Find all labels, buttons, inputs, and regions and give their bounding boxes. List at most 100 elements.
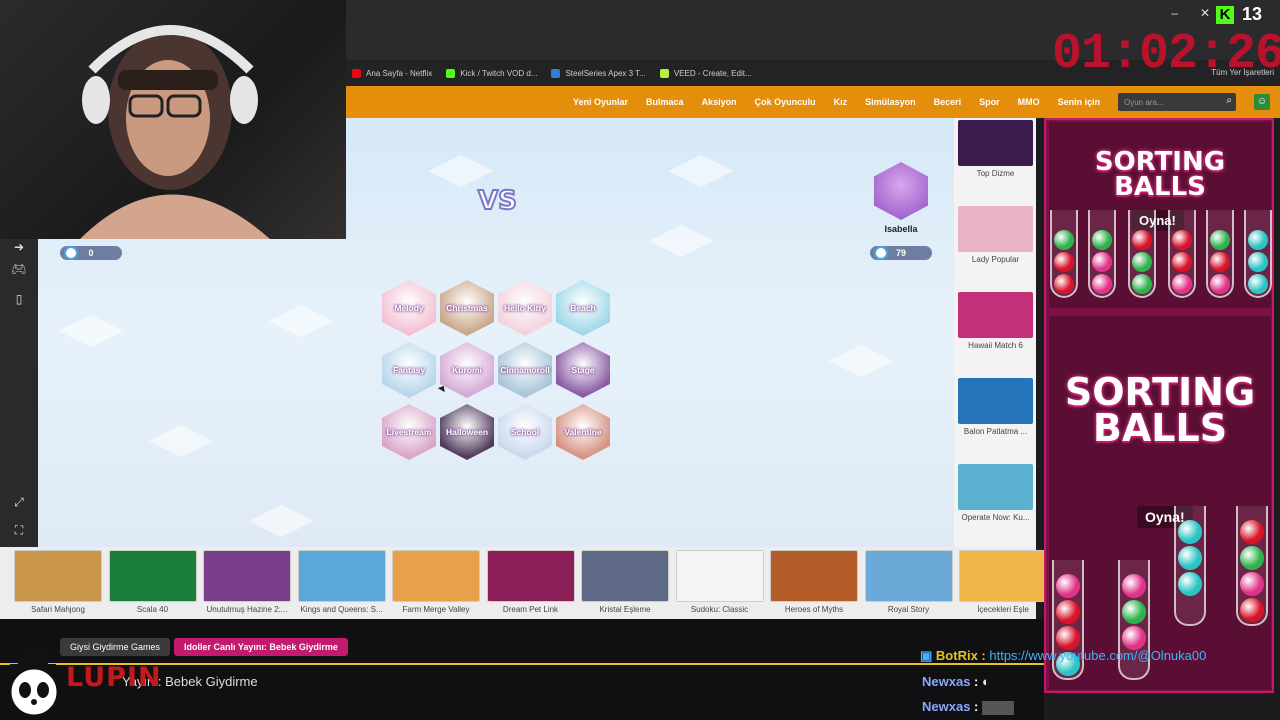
ball-tube [1206, 210, 1234, 298]
bookmark-veed[interactable]: VEED - Create, Edit... [659, 68, 752, 78]
strip-game-card[interactable]: Kings and Queens: S... [297, 550, 386, 614]
game-thumbnail[interactable] [958, 464, 1033, 510]
game-title[interactable]: Top Dizme [958, 169, 1033, 178]
minimize-button[interactable]: – [1171, 6, 1178, 20]
strip-game-card[interactable]: İçecekleri Eşle [959, 550, 1047, 614]
ball-tube [1168, 210, 1196, 298]
game-thumbnail[interactable] [958, 206, 1033, 252]
user-icon[interactable]: ☺ [1254, 94, 1270, 110]
bookmark-netflix[interactable]: Ana Sayfa - Netflix [352, 68, 432, 78]
nav-yeni-oyunlar[interactable]: Yeni Oyunlar [564, 97, 637, 107]
strip-game-card[interactable]: Safari Mahjong [14, 550, 102, 614]
game-thumbnail[interactable] [958, 378, 1033, 424]
background-tile [268, 304, 334, 338]
window-controls: – ✕ [1171, 6, 1210, 20]
fullscreen-icon[interactable]: ⛶ [11, 522, 27, 538]
game-thumbnail[interactable] [486, 550, 575, 602]
bookmark-steelseries[interactable]: SteelSeries Apex 3 T... [551, 68, 646, 78]
game-title[interactable]: Operate Now: Ku... [958, 513, 1033, 522]
nav-mmo[interactable]: MMO [1009, 97, 1049, 107]
strip-game-card[interactable]: Kristal Eşleme [581, 550, 669, 614]
nav-simulasyon[interactable]: Simülasyon [856, 97, 925, 107]
theme-tile[interactable]: Halloween [440, 404, 494, 460]
game-title[interactable]: İçecekleri Eşle [959, 605, 1047, 614]
theme-tile[interactable]: Valentine [556, 404, 610, 460]
game-thumbnail[interactable] [14, 550, 102, 602]
search-icon[interactable]: ⌕ [1226, 95, 1232, 106]
ball [1172, 274, 1192, 294]
nav-senin-icin[interactable]: Senin için [1049, 97, 1110, 107]
chat-text[interactable]: https://www.youtube.com/@Olnuka00 [989, 648, 1206, 663]
ad-panel-top[interactable]: SORTING BALLS Oyna! [1049, 122, 1271, 308]
expand-icon[interactable]: ⤢ [11, 494, 27, 510]
game-thumbnail[interactable] [392, 550, 480, 602]
theme-tile[interactable]: School [498, 404, 552, 460]
nav-cok-oyunculu[interactable]: Çok Oyunculu [746, 97, 825, 107]
mobile-icon[interactable]: ▯ [11, 291, 27, 307]
arrow-icon[interactable]: ➜ [11, 239, 27, 255]
game-title[interactable]: Scala 40 [109, 605, 197, 614]
search-input[interactable]: Oyun ara... ⌕ [1118, 93, 1236, 111]
game-thumbnail[interactable] [675, 550, 764, 602]
ball [1054, 252, 1074, 272]
theme-tile[interactable]: Christmas [440, 280, 494, 336]
game-title[interactable]: Dream Pet Link [487, 605, 575, 614]
bookmark-kick[interactable]: Kick / Twitch VOD d... [446, 68, 537, 78]
nav-bulmaca[interactable]: Bulmaca [637, 97, 693, 107]
strip-game-card[interactable]: Royal Story [864, 550, 953, 614]
game-thumbnail[interactable] [958, 120, 1033, 166]
game-thumbnail[interactable] [959, 550, 1047, 602]
nav-spor[interactable]: Spor [970, 97, 1009, 107]
theme-tile[interactable]: Kuromi [440, 342, 494, 398]
theme-tile[interactable]: Stage [556, 342, 610, 398]
strip-game-card[interactable]: Farm Merge Valley [392, 550, 480, 614]
theme-tile[interactable]: Melody [382, 280, 436, 336]
theme-tile[interactable]: Fantasy [382, 342, 436, 398]
game-title[interactable]: Lady Popular [958, 255, 1033, 264]
gamepad-icon[interactable]: 🎮︎ [11, 261, 27, 277]
sorting-balls-ad[interactable]: SORTING BALLS Oyna! SORTING BALLS Oyna! [1044, 118, 1274, 693]
nav-kiz[interactable]: Kız [825, 97, 857, 107]
close-window-button[interactable]: ✕ [1200, 6, 1210, 20]
background-tile [668, 154, 734, 188]
theme-tile[interactable]: Beach [556, 280, 610, 336]
theme-tile[interactable]: Hello Kitty [498, 280, 552, 336]
game-title[interactable]: Heroes of Myths [770, 605, 858, 614]
theme-tile[interactable]: Cinnamoroll [498, 342, 552, 398]
sidebar-game-card[interactable]: Top Dizme [958, 120, 1033, 178]
ball [1240, 572, 1264, 596]
sidebar-game-card[interactable]: Hawaii Match 6 [958, 292, 1033, 350]
game-thumbnail[interactable] [770, 550, 858, 602]
strip-game-card[interactable]: Sudoku: Classic [675, 550, 764, 614]
game-thumbnail[interactable] [297, 550, 386, 602]
game-title[interactable]: Kristal Eşleme [581, 605, 669, 614]
game-thumbnail[interactable] [108, 550, 197, 602]
game-title[interactable]: Farm Merge Valley [392, 605, 480, 614]
nav-aksiyon[interactable]: Aksiyon [693, 97, 746, 107]
game-title[interactable]: Kings and Queens: S... [298, 605, 386, 614]
strip-game-card[interactable]: Unutulmuş Hazine 2:... [203, 550, 291, 614]
game-title[interactable]: Unutulmuş Hazine 2:... [203, 605, 291, 614]
strip-game-card[interactable]: Scala 40 [108, 550, 197, 614]
nav-beceri[interactable]: Beceri [925, 97, 971, 107]
stream-tags: Giysi Giydirme Games Idoller Canlı Yayın… [60, 638, 348, 656]
sidebar-game-card[interactable]: Operate Now: Ku... [958, 464, 1033, 522]
theme-label: Cinnamoroll [500, 365, 550, 375]
theme-tile[interactable]: Livestream [382, 404, 436, 460]
game-title[interactable]: Balon Patlatma ... [958, 427, 1033, 436]
game-thumbnail[interactable] [958, 292, 1033, 338]
sidebar-game-card[interactable]: Balon Patlatma ... [958, 378, 1033, 436]
game-title[interactable]: Hawaii Match 6 [958, 341, 1033, 350]
sidebar-game-card[interactable]: Lady Popular [958, 206, 1033, 264]
game-thumbnail[interactable] [864, 550, 953, 602]
strip-game-card[interactable]: Dream Pet Link [486, 550, 575, 614]
game-title[interactable]: Royal Story [865, 605, 953, 614]
game-thumbnail[interactable] [581, 550, 669, 602]
ball [1132, 252, 1152, 272]
game-thumbnail[interactable] [203, 550, 291, 602]
ball [1054, 230, 1074, 250]
game-title[interactable]: Sudoku: Classic [676, 605, 764, 614]
game-title[interactable]: Safari Mahjong [14, 605, 102, 614]
strip-game-card[interactable]: Heroes of Myths [770, 550, 858, 614]
ball [1178, 520, 1202, 544]
